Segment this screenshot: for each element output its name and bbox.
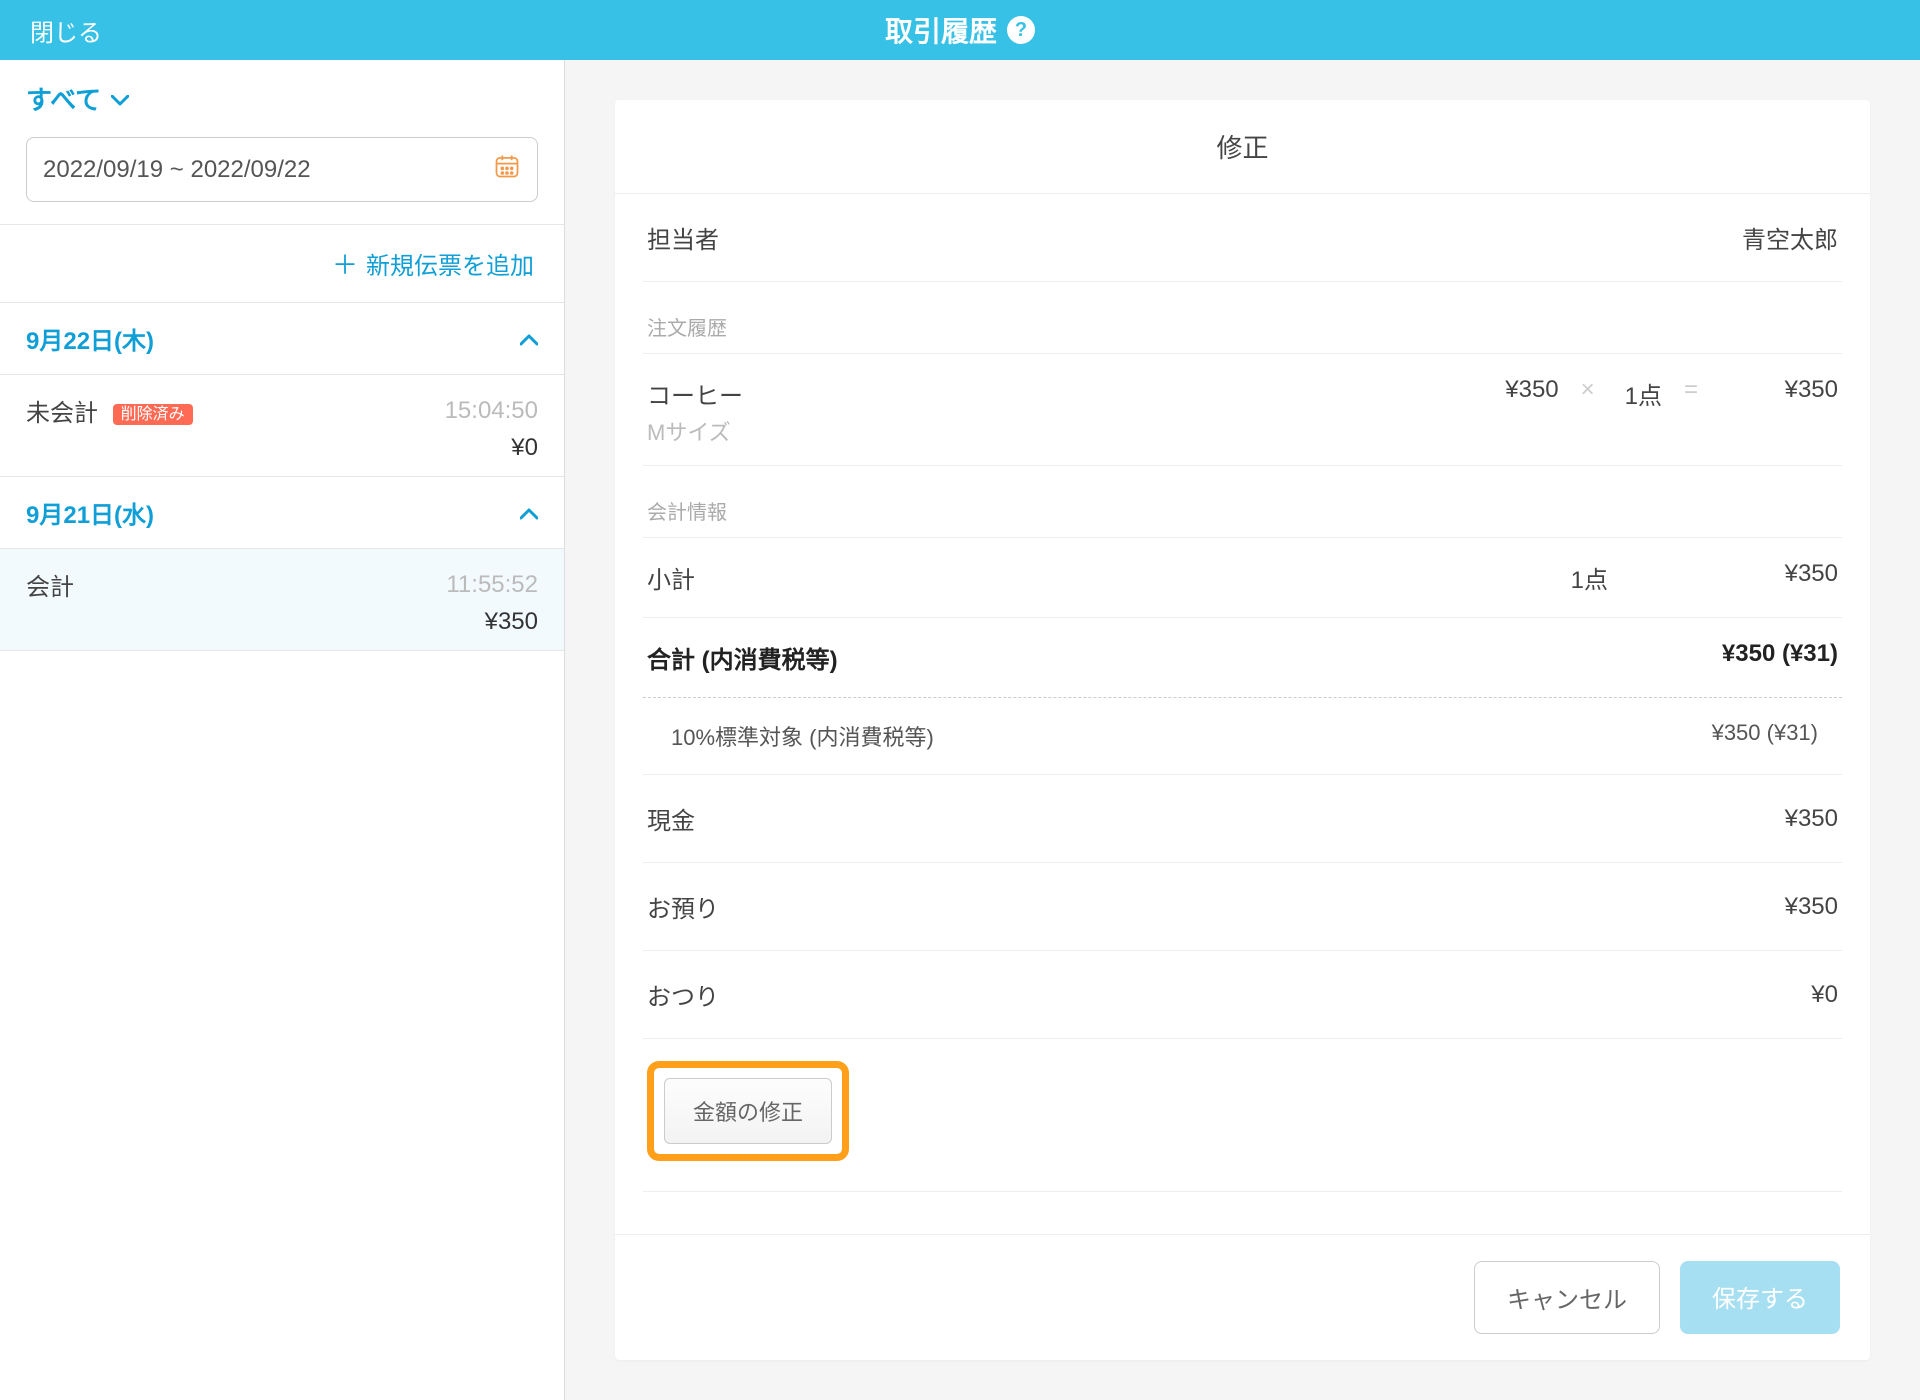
chevron-down-icon	[111, 83, 129, 114]
amount-edit-button[interactable]: 金額の修正	[664, 1078, 832, 1144]
main-panel: 修正 担当者 青空太郎 注文履歴 コーヒー Mサイズ ¥350 ×	[565, 60, 1920, 1400]
order-unit-price: ¥350	[1505, 376, 1558, 404]
deposit-value: ¥350	[1785, 893, 1838, 921]
filter-dropdown[interactable]: すべて	[0, 60, 564, 125]
date-group-header[interactable]: 9月22日(木)	[0, 303, 564, 375]
equals-icon: =	[1684, 376, 1706, 404]
filter-label: すべて	[26, 80, 101, 117]
detail-footer: キャンセル 保存する	[615, 1234, 1870, 1360]
page-title-text: 取引履歴	[885, 10, 997, 50]
transaction-status: 会計	[26, 567, 74, 602]
transaction-status-text: 会計	[26, 574, 74, 601]
change-label: おつり	[647, 977, 719, 1012]
tax-label: 10%標準対象 (内消費税等)	[671, 720, 934, 752]
date-group-header[interactable]: 9月21日(水)	[0, 477, 564, 549]
header-bar: 閉じる 取引履歴 ?	[0, 0, 1920, 60]
cash-label: 現金	[647, 801, 695, 836]
order-line-total: ¥350	[1728, 376, 1838, 404]
page-title: 取引履歴 ?	[885, 10, 1035, 50]
transaction-amount: ¥350	[26, 608, 538, 636]
close-label: 閉じる	[30, 13, 102, 48]
date-group-label: 9月22日(木)	[26, 321, 154, 356]
order-section-label: 注文履歴	[643, 282, 1842, 354]
sidebar: すべて 2022/09/19 ~ 2022/09/22	[0, 60, 565, 1400]
amount-edit-highlight: 金額の修正	[647, 1061, 849, 1161]
total-value: ¥350 (¥31)	[1722, 640, 1838, 675]
tax-row: 10%標準対象 (内消費税等) ¥350 (¥31)	[643, 698, 1842, 775]
calendar-icon	[493, 152, 521, 187]
staff-value: 青空太郎	[1742, 220, 1838, 255]
subtotal-qty: 1点	[1548, 560, 1608, 595]
order-item-sub: Mサイズ	[647, 415, 1483, 447]
detail-title: 修正	[615, 100, 1870, 194]
order-qty: 1点	[1625, 376, 1662, 411]
add-slip-label: 新規伝票を追加	[366, 246, 534, 281]
deposit-label: お預り	[647, 889, 719, 924]
detail-card: 修正 担当者 青空太郎 注文履歴 コーヒー Mサイズ ¥350 ×	[615, 100, 1870, 1360]
change-value: ¥0	[1811, 981, 1838, 1009]
subtotal-row: 小計 1点 ¥350	[643, 538, 1842, 618]
tax-value: ¥350 (¥31)	[1712, 720, 1818, 752]
deleted-badge: 削除済み	[113, 404, 193, 425]
transaction-status: 未会計 削除済み	[26, 393, 193, 428]
date-range-picker[interactable]: 2022/09/19 ~ 2022/09/22	[26, 137, 538, 202]
transaction-row[interactable]: 会計 11:55:52 ¥350	[0, 549, 564, 651]
transaction-row[interactable]: 未会計 削除済み 15:04:50 ¥0	[0, 375, 564, 477]
date-range-text: 2022/09/19 ~ 2022/09/22	[43, 156, 311, 184]
plus-icon: ＋	[332, 245, 358, 282]
transaction-time: 11:55:52	[446, 571, 538, 599]
transaction-amount: ¥0	[26, 434, 538, 462]
multiply-icon: ×	[1581, 376, 1603, 404]
cash-value: ¥350	[1785, 805, 1838, 833]
staff-label: 担当者	[647, 220, 719, 255]
add-slip-button[interactable]: ＋ 新規伝票を追加	[0, 225, 564, 303]
save-button[interactable]: 保存する	[1680, 1261, 1840, 1334]
total-label: 合計 (内消費税等)	[647, 640, 838, 675]
date-group-label: 9月21日(水)	[26, 495, 154, 530]
cancel-button[interactable]: キャンセル	[1474, 1261, 1660, 1334]
subtotal-label: 小計	[647, 560, 695, 595]
transaction-status-text: 未会計	[26, 400, 98, 427]
help-icon[interactable]: ?	[1007, 16, 1035, 44]
order-item-name: コーヒー	[647, 376, 1483, 411]
account-section-label: 会計情報	[643, 466, 1842, 538]
transaction-time: 15:04:50	[445, 397, 538, 425]
chevron-up-icon	[520, 499, 538, 527]
close-button[interactable]: 閉じる	[30, 0, 102, 60]
subtotal-amount: ¥350	[1728, 560, 1838, 595]
order-line: コーヒー Mサイズ ¥350 × 1点 = ¥350	[643, 354, 1842, 466]
chevron-up-icon	[520, 325, 538, 353]
total-row: 合計 (内消費税等) ¥350 (¥31)	[643, 618, 1842, 698]
